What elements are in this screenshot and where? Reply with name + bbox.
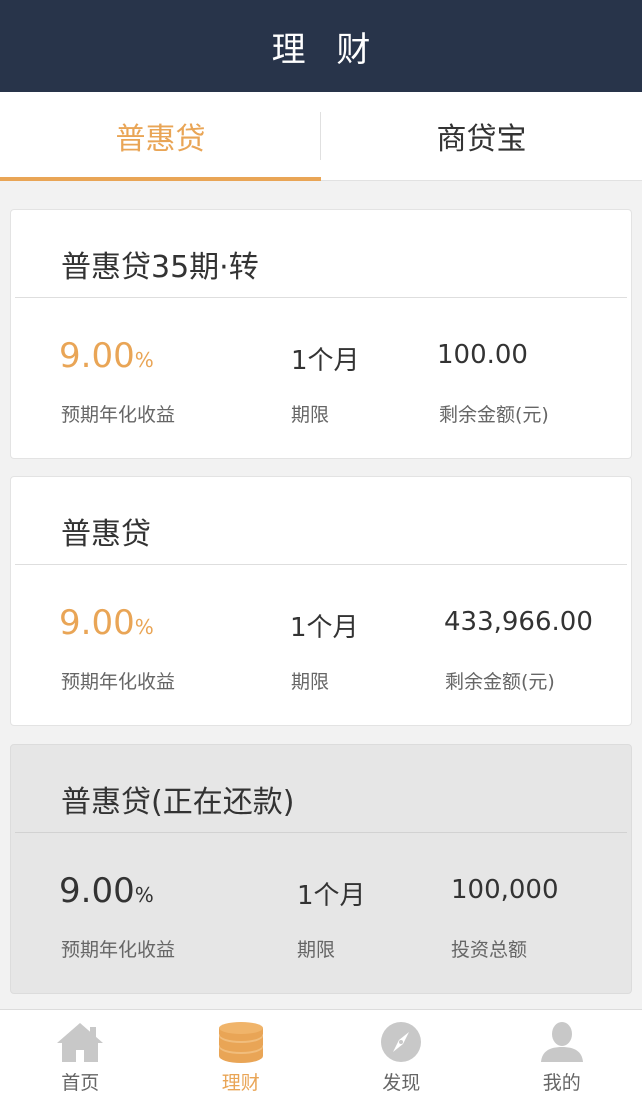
term-label: 期限	[291, 404, 330, 426]
term-label: 期限	[297, 939, 336, 961]
compass-icon	[381, 1022, 422, 1062]
rate-label: 预期年化收益	[61, 671, 176, 693]
rate-unit: %	[134, 348, 154, 372]
product-term: 1个月	[290, 613, 359, 643]
nav-item-mine[interactable]: 我的	[482, 1010, 642, 1095]
nav-label: 首页	[61, 1072, 100, 1094]
app-header: 理 财	[0, 0, 642, 92]
tab-shangdaibao[interactable]: 商贷宝	[321, 92, 642, 180]
product-term: 1个月	[297, 881, 366, 911]
bottom-nav: 首页 理财 发现 我的	[0, 1009, 642, 1095]
amount-label: 剩余金额(元)	[439, 404, 549, 426]
nav-item-home[interactable]: 首页	[0, 1010, 161, 1095]
product-rate: 9.00%	[59, 336, 154, 376]
product-amount: 100.00	[437, 340, 528, 370]
nav-item-licai[interactable]: 理财	[161, 1010, 322, 1095]
product-rate: 9.00%	[59, 871, 154, 911]
product-term: 1个月	[291, 346, 360, 376]
card-divider	[15, 832, 627, 833]
product-card[interactable]: 普惠贷(正在还款) 9.00% 1个月 100,000 预期年化收益 期限 投资…	[10, 744, 632, 994]
page-title: 理 财	[271, 29, 381, 70]
amount-label: 剩余金额(元)	[445, 671, 555, 693]
nav-label: 我的	[542, 1072, 581, 1094]
product-title: 普惠贷	[61, 517, 151, 552]
rate-label: 预期年化收益	[61, 404, 176, 426]
product-tabs: 普惠贷 商贷宝	[0, 92, 642, 181]
product-title: 普惠贷35期·转	[61, 250, 259, 285]
nav-label: 发现	[382, 1072, 421, 1094]
nav-label: 理财	[221, 1072, 260, 1094]
product-card[interactable]: 普惠贷 9.00% 1个月 433,966.00 预期年化收益 期限 剩余金额(…	[10, 476, 632, 726]
amount-label: 投资总额	[451, 939, 528, 961]
rate-value: 9.00	[59, 603, 135, 643]
card-divider	[15, 564, 627, 565]
user-icon	[540, 1022, 583, 1062]
product-amount: 100,000	[451, 875, 559, 905]
nav-item-discover[interactable]: 发现	[321, 1010, 482, 1095]
product-amount: 433,966.00	[444, 607, 593, 637]
product-card[interactable]: 普惠贷35期·转 9.00% 1个月 100.00 预期年化收益 期限 剩余金额…	[10, 209, 632, 459]
rate-unit: %	[134, 615, 154, 639]
tab-puhuidai[interactable]: 普惠贷	[0, 92, 321, 181]
rate-value: 9.00	[59, 871, 135, 911]
rate-value: 9.00	[59, 336, 135, 376]
rate-label: 预期年化收益	[61, 939, 176, 961]
card-divider	[15, 297, 627, 298]
tab-divider	[320, 112, 321, 160]
product-rate: 9.00%	[59, 603, 154, 643]
home-icon	[57, 1023, 104, 1062]
rate-unit: %	[134, 883, 154, 907]
coins-icon	[218, 1022, 263, 1063]
term-label: 期限	[291, 671, 330, 693]
product-title: 普惠贷(正在还款)	[61, 785, 295, 820]
